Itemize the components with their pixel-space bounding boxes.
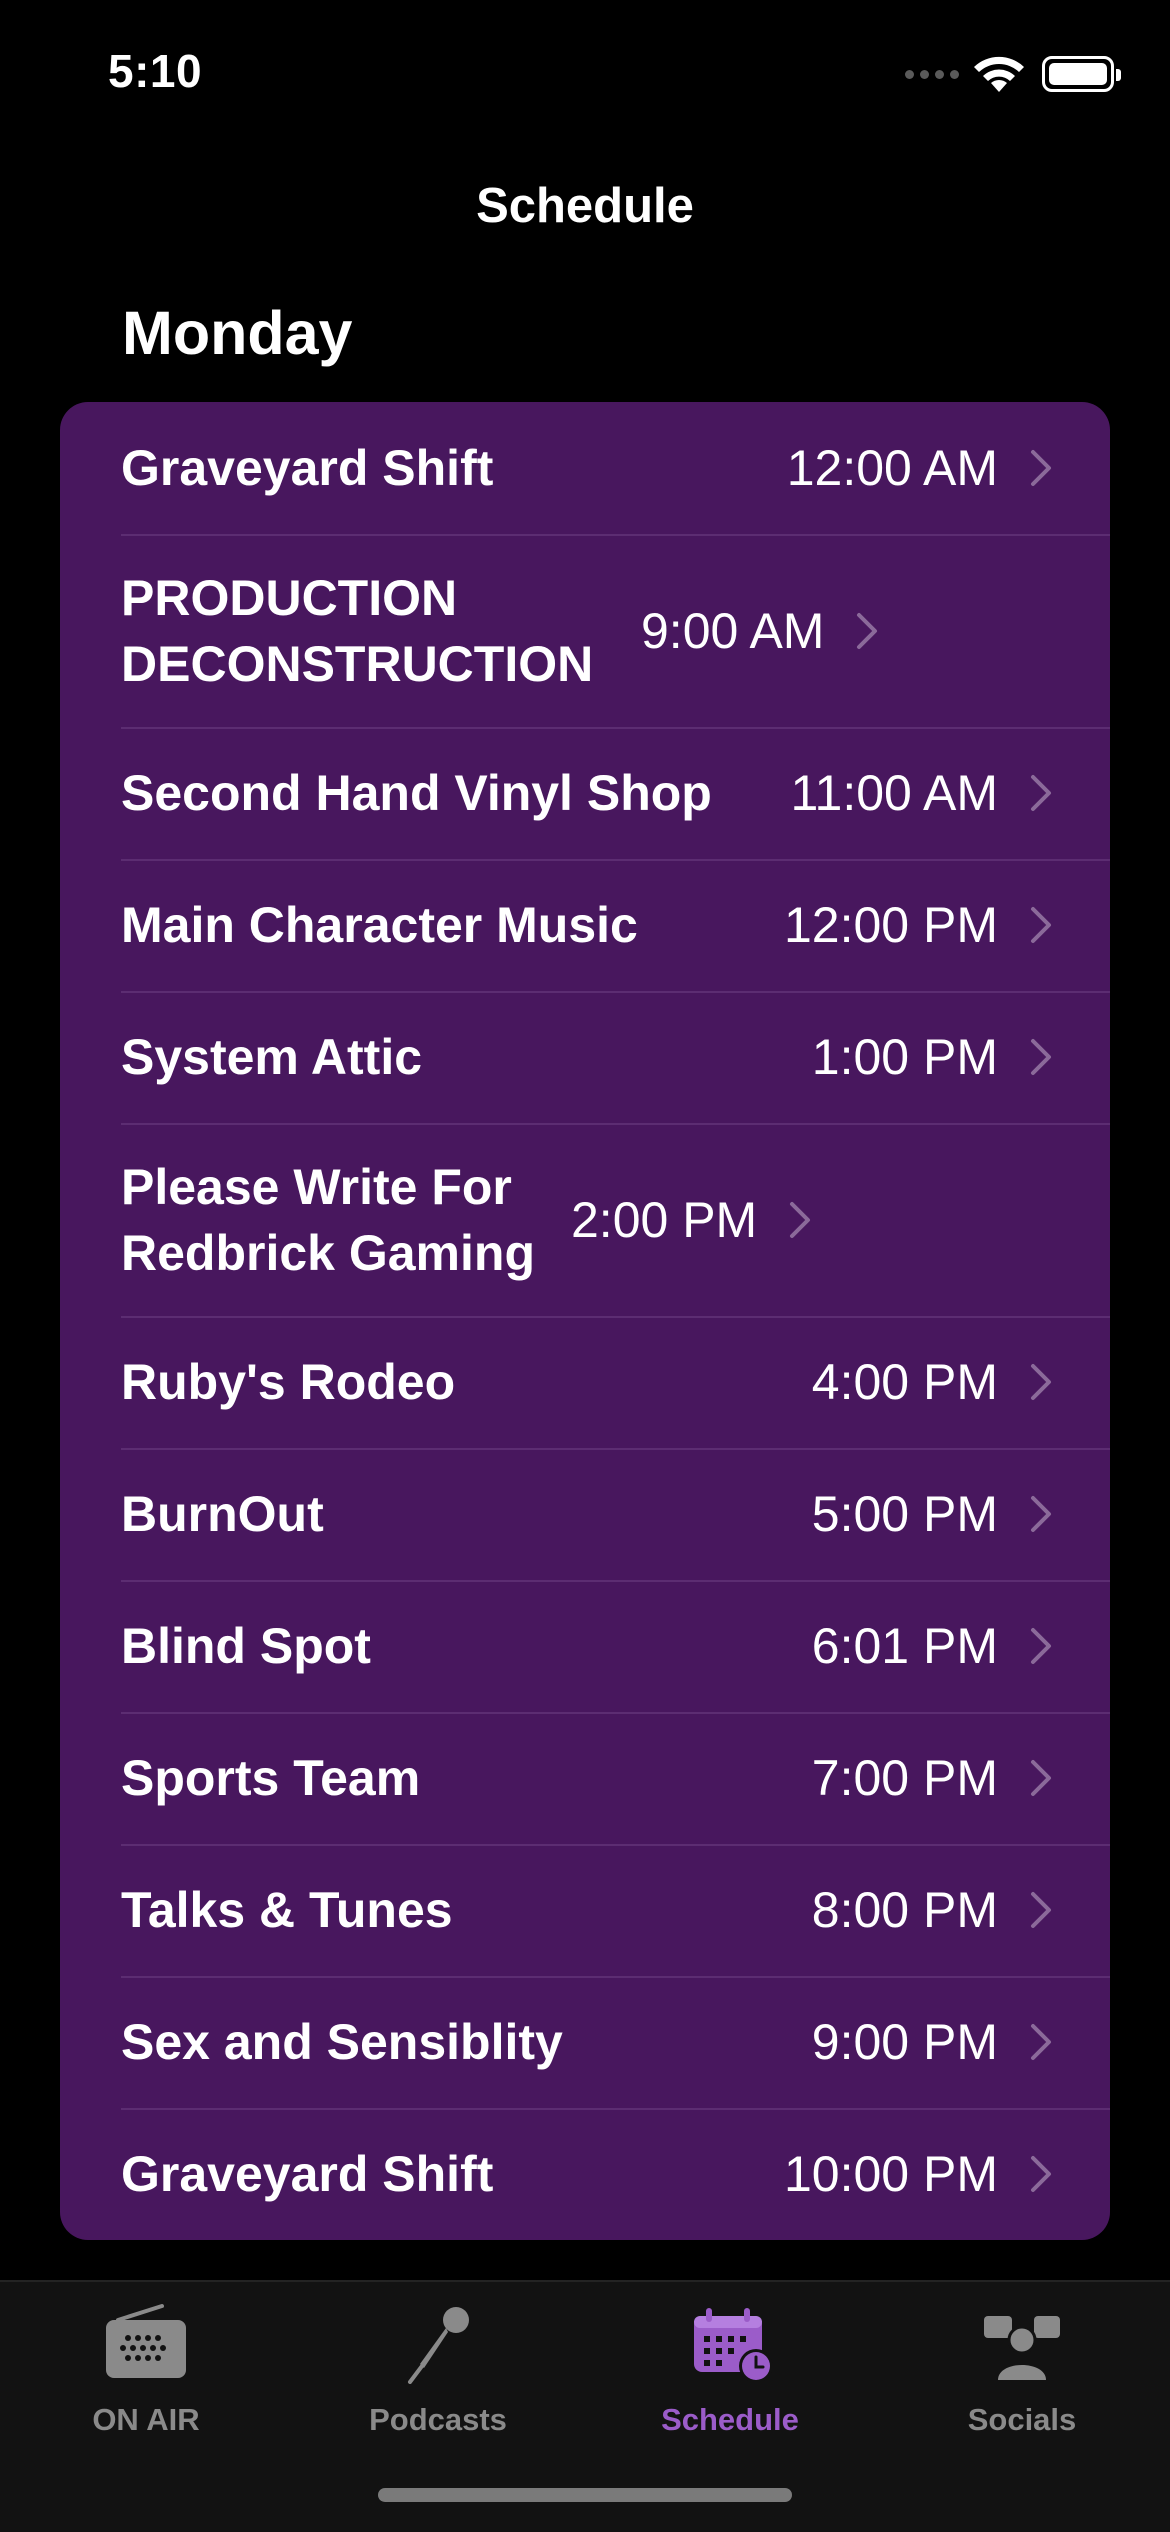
wifi-icon xyxy=(974,56,1024,92)
schedule-row[interactable]: Graveyard Shift 10:00 PM xyxy=(60,2108,1110,2240)
show-time: 1:00 PM xyxy=(811,1029,998,1085)
schedule-row[interactable]: BurnOut 5:00 PM xyxy=(60,1448,1110,1580)
status-time: 5:10 xyxy=(108,45,203,97)
calendar-clock-icon xyxy=(694,2308,773,2383)
show-time: 2:00 PM xyxy=(571,1191,758,1248)
tab-label: ON AIR xyxy=(92,2402,200,2437)
show-title: Blind Spot xyxy=(121,1618,371,1674)
chevron-right-icon xyxy=(1031,450,1051,486)
schedule-row[interactable]: Blind Spot 6:01 PM xyxy=(60,1580,1110,1712)
chevron-right-icon xyxy=(1031,1039,1051,1075)
battery-icon xyxy=(1042,56,1121,92)
chevron-right-icon xyxy=(1031,907,1051,943)
show-time: 6:01 PM xyxy=(811,1618,998,1674)
show-time: 12:00 PM xyxy=(783,897,998,953)
show-time: 4:00 PM xyxy=(811,1354,998,1410)
show-time: 9:00 PM xyxy=(811,2014,998,2070)
schedule-row[interactable]: Main Character Music 12:00 PM xyxy=(60,859,1110,991)
show-time: 7:00 PM xyxy=(811,1750,998,1806)
tab-label: Podcasts xyxy=(369,2402,507,2437)
chevron-right-icon xyxy=(1031,1496,1051,1532)
chevron-right-icon xyxy=(1031,1364,1051,1400)
tab-schedule[interactable]: Schedule xyxy=(584,2282,876,2472)
show-time: 5:00 PM xyxy=(811,1486,998,1542)
schedule-row[interactable]: Sex and Sensiblity 9:00 PM xyxy=(60,1976,1110,2108)
chevron-right-icon xyxy=(1031,2024,1051,2060)
show-title: Please Write For Redbrick Gaming xyxy=(121,1158,535,1281)
tab-on-air[interactable]: ON AIR xyxy=(0,2282,292,2472)
people-icon xyxy=(984,2316,1060,2380)
microphone-icon xyxy=(408,2307,469,2384)
home-indicator[interactable] xyxy=(378,2488,792,2502)
chevron-right-icon xyxy=(1031,1628,1051,1664)
show-title: System Attic xyxy=(121,1029,423,1085)
show-title: Sports Team xyxy=(121,1750,421,1806)
tab-socials[interactable]: Socials xyxy=(876,2282,1168,2472)
show-title: Ruby's Rodeo xyxy=(121,1354,456,1410)
chevron-right-icon xyxy=(1031,2156,1051,2192)
schedule-row[interactable]: Graveyard Shift 12:00 AM xyxy=(60,402,1110,534)
section-header-day: Monday xyxy=(122,299,353,367)
show-time: 11:00 AM xyxy=(790,765,998,821)
schedule-row[interactable]: Talks & Tunes 8:00 PM xyxy=(60,1844,1110,1976)
schedule-list: Graveyard Shift 12:00 AM PRODUCTION DECO… xyxy=(60,402,1110,2240)
chevron-right-icon xyxy=(1031,1760,1051,1796)
chevron-right-icon xyxy=(1031,1892,1051,1928)
schedule-row[interactable]: PRODUCTION DECONSTRUCTION 9:00 AM xyxy=(60,534,1110,727)
schedule-row[interactable]: Sports Team 7:00 PM xyxy=(60,1712,1110,1844)
schedule-row[interactable]: Ruby's Rodeo 4:00 PM xyxy=(60,1316,1110,1448)
radio-icon xyxy=(106,2304,186,2378)
tab-label: Schedule xyxy=(661,2402,799,2437)
show-time: 9:00 AM xyxy=(641,602,825,659)
show-title: Talks & Tunes xyxy=(121,1882,453,1938)
show-title: Second Hand Vinyl Shop xyxy=(121,765,712,821)
show-title: Graveyard Shift xyxy=(121,2146,494,2202)
tab-podcasts[interactable]: Podcasts xyxy=(292,2282,584,2472)
show-time: 8:00 PM xyxy=(811,1882,998,1938)
show-time: 12:00 AM xyxy=(786,440,998,496)
chevron-right-icon xyxy=(1031,775,1051,811)
chevron-right-icon xyxy=(857,612,878,649)
tab-label: Socials xyxy=(967,2402,1077,2437)
show-title: Main Character Music xyxy=(121,897,638,953)
status-bar: 5:10 xyxy=(0,0,1170,150)
show-title: BurnOut xyxy=(121,1486,324,1542)
show-title: PRODUCTION DECONSTRUCTION xyxy=(121,569,594,692)
cellular-signal-icon xyxy=(905,70,959,79)
schedule-row[interactable]: System Attic 1:00 PM xyxy=(60,991,1110,1123)
schedule-row[interactable]: Please Write For Redbrick Gaming 2:00 PM xyxy=(60,1123,1110,1316)
show-title: Graveyard Shift xyxy=(121,440,494,496)
show-time: 10:00 PM xyxy=(783,2146,998,2202)
schedule-row[interactable]: Second Hand Vinyl Shop 11:00 AM xyxy=(60,727,1110,859)
chevron-right-icon xyxy=(790,1201,811,1238)
show-title: Sex and Sensiblity xyxy=(121,2014,563,2070)
page-title: Schedule xyxy=(476,179,694,233)
